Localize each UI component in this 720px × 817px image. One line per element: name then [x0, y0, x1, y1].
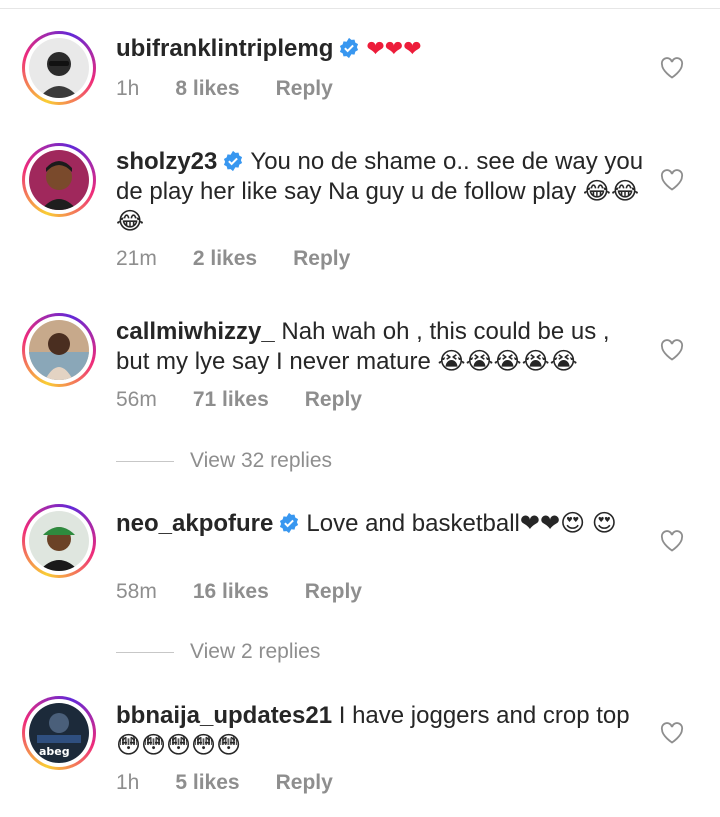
likes-count[interactable]: 16 likes [193, 580, 269, 604]
avatar-logo-text: abeg [39, 745, 70, 758]
comment-time: 1h [116, 77, 140, 100]
username[interactable]: bbnaija_updates21 [116, 702, 332, 729]
comment-text: bbnaija_updates21 I have joggers and cro… [116, 702, 630, 759]
reply-button[interactable]: Reply [305, 580, 362, 604]
top-divider [0, 8, 720, 9]
like-heart-icon[interactable] [660, 722, 684, 744]
like-heart-icon[interactable] [660, 169, 684, 191]
avatar[interactable] [22, 143, 96, 217]
comment-text: ubifranklintriplemg ❤❤❤ [116, 35, 422, 62]
replies-divider [116, 651, 174, 653]
comment-time: 58m [116, 580, 157, 603]
comment-text: sholzy23 You no de shame o.. see de way y… [116, 148, 644, 235]
view-replies-button[interactable]: View 32 replies [116, 449, 332, 473]
likes-count[interactable]: 8 likes [175, 77, 239, 101]
verified-badge-icon [280, 512, 299, 534]
like-heart-icon[interactable] [660, 57, 684, 79]
avatar[interactable]: abeg [22, 696, 96, 770]
like-heart-icon[interactable] [660, 339, 684, 361]
replies-divider [116, 460, 174, 462]
reply-button[interactable]: Reply [293, 247, 350, 271]
likes-count[interactable]: 2 likes [193, 247, 257, 271]
comment-meta: 1h 8 likes Reply [116, 77, 369, 101]
avatar[interactable] [22, 31, 96, 105]
verified-badge-icon [224, 150, 243, 172]
comment-time: 21m [116, 247, 157, 270]
username[interactable]: callmiwhizzy_ [116, 318, 275, 345]
comment-meta: 1h 5 likes Reply [116, 771, 369, 795]
comment-text: callmiwhizzy_ Nah wah oh , this could be… [116, 318, 610, 375]
comment-text: neo_akpofure Love and basketball❤❤😍 😍 [116, 510, 617, 537]
avatar[interactable] [22, 504, 96, 578]
avatar[interactable] [22, 313, 96, 387]
verified-badge-icon [340, 37, 359, 59]
likes-count[interactable]: 5 likes [175, 771, 239, 795]
like-heart-icon[interactable] [660, 530, 684, 552]
username[interactable]: sholzy23 [116, 148, 217, 175]
likes-count[interactable]: 71 likes [193, 388, 269, 412]
reply-button[interactable]: Reply [276, 771, 333, 795]
comment-meta: 21m 2 likes Reply [116, 247, 386, 271]
username[interactable]: neo_akpofure [116, 510, 273, 537]
comment-time: 1h [116, 771, 140, 794]
username[interactable]: ubifranklintriplemg [116, 35, 333, 62]
reply-button[interactable]: Reply [305, 388, 362, 412]
reply-button[interactable]: Reply [276, 77, 333, 101]
comment-meta: 58m 16 likes Reply [116, 580, 398, 604]
view-replies-button[interactable]: View 2 replies [116, 640, 320, 664]
comment-meta: 56m 71 likes Reply [116, 388, 398, 412]
comment-time: 56m [116, 388, 157, 411]
